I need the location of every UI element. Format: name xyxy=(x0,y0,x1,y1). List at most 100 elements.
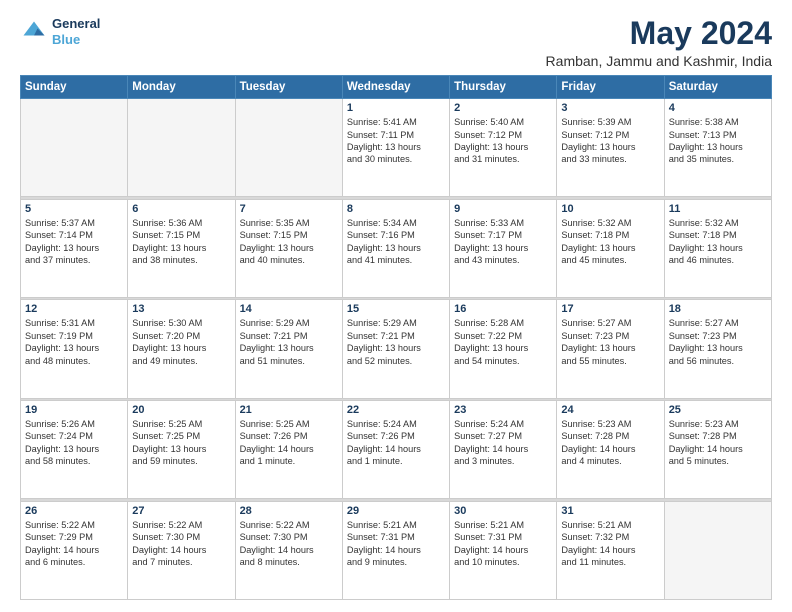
table-row: 10Sunrise: 5:32 AM Sunset: 7:18 PM Dayli… xyxy=(557,199,664,297)
day-info: Sunrise: 5:31 AM Sunset: 7:19 PM Dayligh… xyxy=(25,317,123,367)
day-info: Sunrise: 5:27 AM Sunset: 7:23 PM Dayligh… xyxy=(669,317,767,367)
day-number: 26 xyxy=(25,505,123,517)
day-number: 16 xyxy=(454,303,552,315)
day-number: 2 xyxy=(454,102,552,114)
day-number: 29 xyxy=(347,505,445,517)
col-sunday: Sunday xyxy=(21,76,128,99)
day-number: 17 xyxy=(561,303,659,315)
day-info: Sunrise: 5:23 AM Sunset: 7:28 PM Dayligh… xyxy=(561,418,659,468)
day-info: Sunrise: 5:21 AM Sunset: 7:32 PM Dayligh… xyxy=(561,519,659,569)
table-row: 17 Sunrise: 5:27 AM Sunset: 7:23 PM Dayli… xyxy=(557,300,664,398)
day-info: Sunrise: 5:40 AM Sunset: 7:12 PM Dayligh… xyxy=(454,116,552,166)
day-info: Sunrise: 5:29 AM Sunset: 7:21 PM Dayligh… xyxy=(240,317,338,367)
table-row: 22Sunrise: 5:24 AM Sunset: 7:26 PM Dayli… xyxy=(342,401,449,499)
day-number: 1 xyxy=(347,102,445,114)
day-number: 18 xyxy=(669,303,767,315)
table-row: 9 Sunrise: 5:33 AM Sunset: 7:17 PM Daylig… xyxy=(450,199,557,297)
table-row: 31 Sunrise: 5:21 AM Sunset: 7:32 PM Dayli… xyxy=(557,501,664,599)
table-row: 30 Sunrise: 5:21 AM Sunset: 7:31 PM Dayli… xyxy=(450,501,557,599)
calendar-table: Sunday Monday Tuesday Wednesday Thursday… xyxy=(20,75,772,600)
day-number: 15 xyxy=(347,303,445,315)
table-row: 21 Sunrise: 5:25 AM Sunset: 7:26 PM Dayli… xyxy=(235,401,342,499)
day-number: 3 xyxy=(561,102,659,114)
table-row: 12 Sunrise: 5:31 AM Sunset: 7:19 PM Dayli… xyxy=(21,300,128,398)
day-info: Sunrise: 5:26 AM Sunset: 7:24 PM Dayligh… xyxy=(25,418,123,468)
day-number: 28 xyxy=(240,505,338,517)
col-friday: Friday xyxy=(557,76,664,99)
day-info: Sunrise: 5:38 AM Sunset: 7:13 PM Dayligh… xyxy=(669,116,767,166)
table-row: 20 Sunrise: 5:25 AM Sunset: 7:25 PM Dayli… xyxy=(128,401,235,499)
calendar-week-row: 12 Sunrise: 5:31 AM Sunset: 7:19 PM Dayli… xyxy=(21,300,772,398)
col-thursday: Thursday xyxy=(450,76,557,99)
main-title: May 2024 xyxy=(546,16,772,51)
day-number: 12 xyxy=(25,303,123,315)
table-row: 13Sunrise: 5:30 AM Sunset: 7:20 PM Dayli… xyxy=(128,300,235,398)
header: General Blue May 2024 Ramban, Jammu and … xyxy=(20,16,772,69)
table-row: 5Sunrise: 5:37 AM Sunset: 7:14 PM Daylig… xyxy=(21,199,128,297)
day-number: 7 xyxy=(240,203,338,215)
table-row xyxy=(664,501,771,599)
table-row: 28 Sunrise: 5:22 AM Sunset: 7:30 PM Dayli… xyxy=(235,501,342,599)
day-info: Sunrise: 5:25 AM Sunset: 7:26 PM Dayligh… xyxy=(240,418,338,468)
day-number: 8 xyxy=(347,203,445,215)
table-row: 24 Sunrise: 5:23 AM Sunset: 7:28 PM Dayli… xyxy=(557,401,664,499)
day-info: Sunrise: 5:35 AM Sunset: 7:15 PM Dayligh… xyxy=(240,217,338,267)
weekday-header-row: Sunday Monday Tuesday Wednesday Thursday… xyxy=(21,76,772,99)
day-number: 11 xyxy=(669,203,767,215)
day-number: 9 xyxy=(454,203,552,215)
table-row: 3 Sunrise: 5:39 AM Sunset: 7:12 PM Daylig… xyxy=(557,99,664,197)
day-number: 24 xyxy=(561,404,659,416)
logo: General Blue xyxy=(20,16,100,47)
day-info: Sunrise: 5:22 AM Sunset: 7:30 PM Dayligh… xyxy=(240,519,338,569)
day-info: Sunrise: 5:29 AM Sunset: 7:21 PM Dayligh… xyxy=(347,317,445,367)
table-row: 16 Sunrise: 5:28 AM Sunset: 7:22 PM Dayli… xyxy=(450,300,557,398)
col-wednesday: Wednesday xyxy=(342,76,449,99)
day-number: 13 xyxy=(132,303,230,315)
table-row: 15 Sunrise: 5:29 AM Sunset: 7:21 PM Dayli… xyxy=(342,300,449,398)
calendar-week-row: 26 Sunrise: 5:22 AM Sunset: 7:29 PM Dayli… xyxy=(21,501,772,599)
day-info: Sunrise: 5:22 AM Sunset: 7:30 PM Dayligh… xyxy=(132,519,230,569)
day-info: Sunrise: 5:33 AM Sunset: 7:17 PM Dayligh… xyxy=(454,217,552,267)
day-number: 14 xyxy=(240,303,338,315)
table-row: 2 Sunrise: 5:40 AM Sunset: 7:12 PM Daylig… xyxy=(450,99,557,197)
day-info: Sunrise: 5:41 AM Sunset: 7:11 PM Dayligh… xyxy=(347,116,445,166)
calendar-week-row: 19Sunrise: 5:26 AM Sunset: 7:24 PM Dayli… xyxy=(21,401,772,499)
subtitle: Ramban, Jammu and Kashmir, India xyxy=(546,53,772,69)
col-monday: Monday xyxy=(128,76,235,99)
day-number: 20 xyxy=(132,404,230,416)
table-row: 19Sunrise: 5:26 AM Sunset: 7:24 PM Dayli… xyxy=(21,401,128,499)
day-info: Sunrise: 5:28 AM Sunset: 7:22 PM Dayligh… xyxy=(454,317,552,367)
day-info: Sunrise: 5:23 AM Sunset: 7:28 PM Dayligh… xyxy=(669,418,767,468)
table-row: 11 Sunrise: 5:32 AM Sunset: 7:18 PM Dayli… xyxy=(664,199,771,297)
logo-text: General Blue xyxy=(52,16,100,47)
day-number: 10 xyxy=(561,203,659,215)
page: General Blue May 2024 Ramban, Jammu and … xyxy=(0,0,792,612)
day-number: 21 xyxy=(240,404,338,416)
day-info: Sunrise: 5:36 AM Sunset: 7:15 PM Dayligh… xyxy=(132,217,230,267)
table-row: 14 Sunrise: 5:29 AM Sunset: 7:21 PM Dayli… xyxy=(235,300,342,398)
day-number: 4 xyxy=(669,102,767,114)
table-row: 4 Sunrise: 5:38 AM Sunset: 7:13 PM Daylig… xyxy=(664,99,771,197)
day-info: Sunrise: 5:25 AM Sunset: 7:25 PM Dayligh… xyxy=(132,418,230,468)
col-saturday: Saturday xyxy=(664,76,771,99)
day-info: Sunrise: 5:39 AM Sunset: 7:12 PM Dayligh… xyxy=(561,116,659,166)
day-number: 25 xyxy=(669,404,767,416)
day-info: Sunrise: 5:37 AM Sunset: 7:14 PM Dayligh… xyxy=(25,217,123,267)
calendar-week-row: 5Sunrise: 5:37 AM Sunset: 7:14 PM Daylig… xyxy=(21,199,772,297)
day-number: 6 xyxy=(132,203,230,215)
day-number: 22 xyxy=(347,404,445,416)
day-info: Sunrise: 5:27 AM Sunset: 7:23 PM Dayligh… xyxy=(561,317,659,367)
day-info: Sunrise: 5:21 AM Sunset: 7:31 PM Dayligh… xyxy=(454,519,552,569)
day-info: Sunrise: 5:22 AM Sunset: 7:29 PM Dayligh… xyxy=(25,519,123,569)
table-row: 8Sunrise: 5:34 AM Sunset: 7:16 PM Daylig… xyxy=(342,199,449,297)
logo-icon xyxy=(20,18,48,46)
day-number: 27 xyxy=(132,505,230,517)
table-row: 7 Sunrise: 5:35 AM Sunset: 7:15 PM Daylig… xyxy=(235,199,342,297)
table-row: 18 Sunrise: 5:27 AM Sunset: 7:23 PM Dayli… xyxy=(664,300,771,398)
day-number: 31 xyxy=(561,505,659,517)
title-block: May 2024 Ramban, Jammu and Kashmir, Indi… xyxy=(546,16,772,69)
day-info: Sunrise: 5:32 AM Sunset: 7:18 PM Dayligh… xyxy=(669,217,767,267)
day-number: 30 xyxy=(454,505,552,517)
table-row: 29Sunrise: 5:21 AM Sunset: 7:31 PM Dayli… xyxy=(342,501,449,599)
table-row: 25 Sunrise: 5:23 AM Sunset: 7:28 PM Dayli… xyxy=(664,401,771,499)
